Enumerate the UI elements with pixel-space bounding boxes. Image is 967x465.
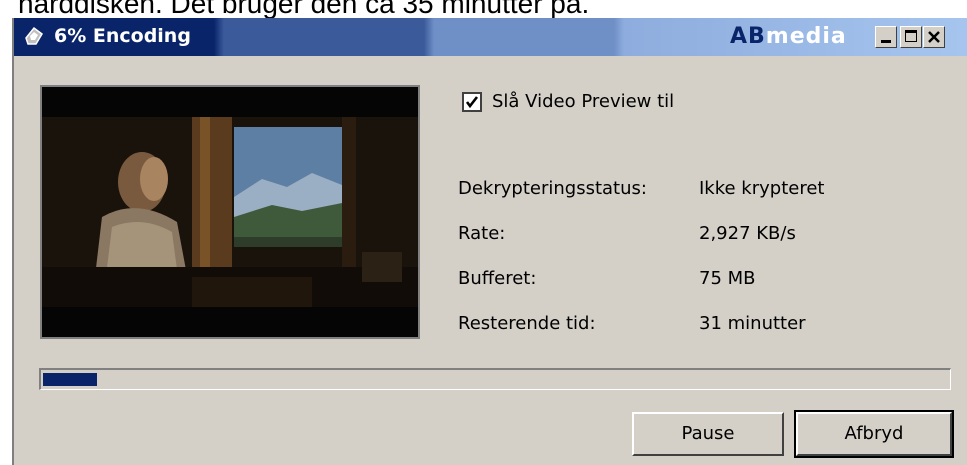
pause-button[interactable]: Pause [632, 412, 784, 456]
decryption-status-value: Ikke krypteret [699, 178, 825, 199]
remaining-time-row: Resterende tid: 31 minutter [458, 313, 938, 358]
decryption-status-row: Dekrypteringsstatus: Ikke krypteret [458, 178, 938, 223]
encoding-window: 6% Encoding ABmedia Slå Video Preview ti… [12, 18, 967, 465]
progress-fill [43, 373, 97, 386]
caption-text: harddisken. Det bruger den ca 35 minutte… [18, 0, 590, 19]
abort-button[interactable]: Afbryd [794, 410, 954, 458]
brand-suffix: media [765, 24, 847, 49]
rate-label: Rate: [458, 223, 506, 244]
minimize-button[interactable] [875, 26, 897, 48]
video-frame-image [42, 87, 418, 337]
encoding-progress-bar [39, 368, 951, 390]
video-preview [40, 85, 420, 339]
brand-logo: ABmedia [730, 24, 847, 49]
remaining-time-label: Resterende tid: [458, 313, 596, 334]
buffered-value: 75 MB [699, 268, 756, 289]
buffered-label: Bufferet: [458, 268, 537, 289]
page: harddisken. Det bruger den ca 35 minutte… [0, 0, 967, 465]
window-title: 6% Encoding [54, 25, 191, 47]
rate-row: Rate: 2,927 KB/s [458, 223, 938, 268]
close-button[interactable] [923, 26, 945, 48]
brand-prefix: AB [730, 24, 766, 49]
buffered-row: Bufferet: 75 MB [458, 268, 938, 313]
checkmark-icon [465, 96, 479, 109]
video-preview-checkbox[interactable] [462, 92, 482, 112]
decryption-status-label: Dekrypteringsstatus: [458, 178, 647, 199]
maximize-button[interactable] [900, 26, 922, 48]
video-preview-label: Slå Video Preview til [492, 91, 675, 112]
status-info: Dekrypteringsstatus: Ikke krypteret Rate… [458, 178, 938, 358]
app-icon [22, 24, 46, 48]
rate-value: 2,927 KB/s [699, 223, 796, 244]
remaining-time-value: 31 minutter [699, 313, 806, 334]
close-icon [928, 31, 940, 43]
title-bar[interactable]: 6% Encoding ABmedia [14, 18, 967, 56]
